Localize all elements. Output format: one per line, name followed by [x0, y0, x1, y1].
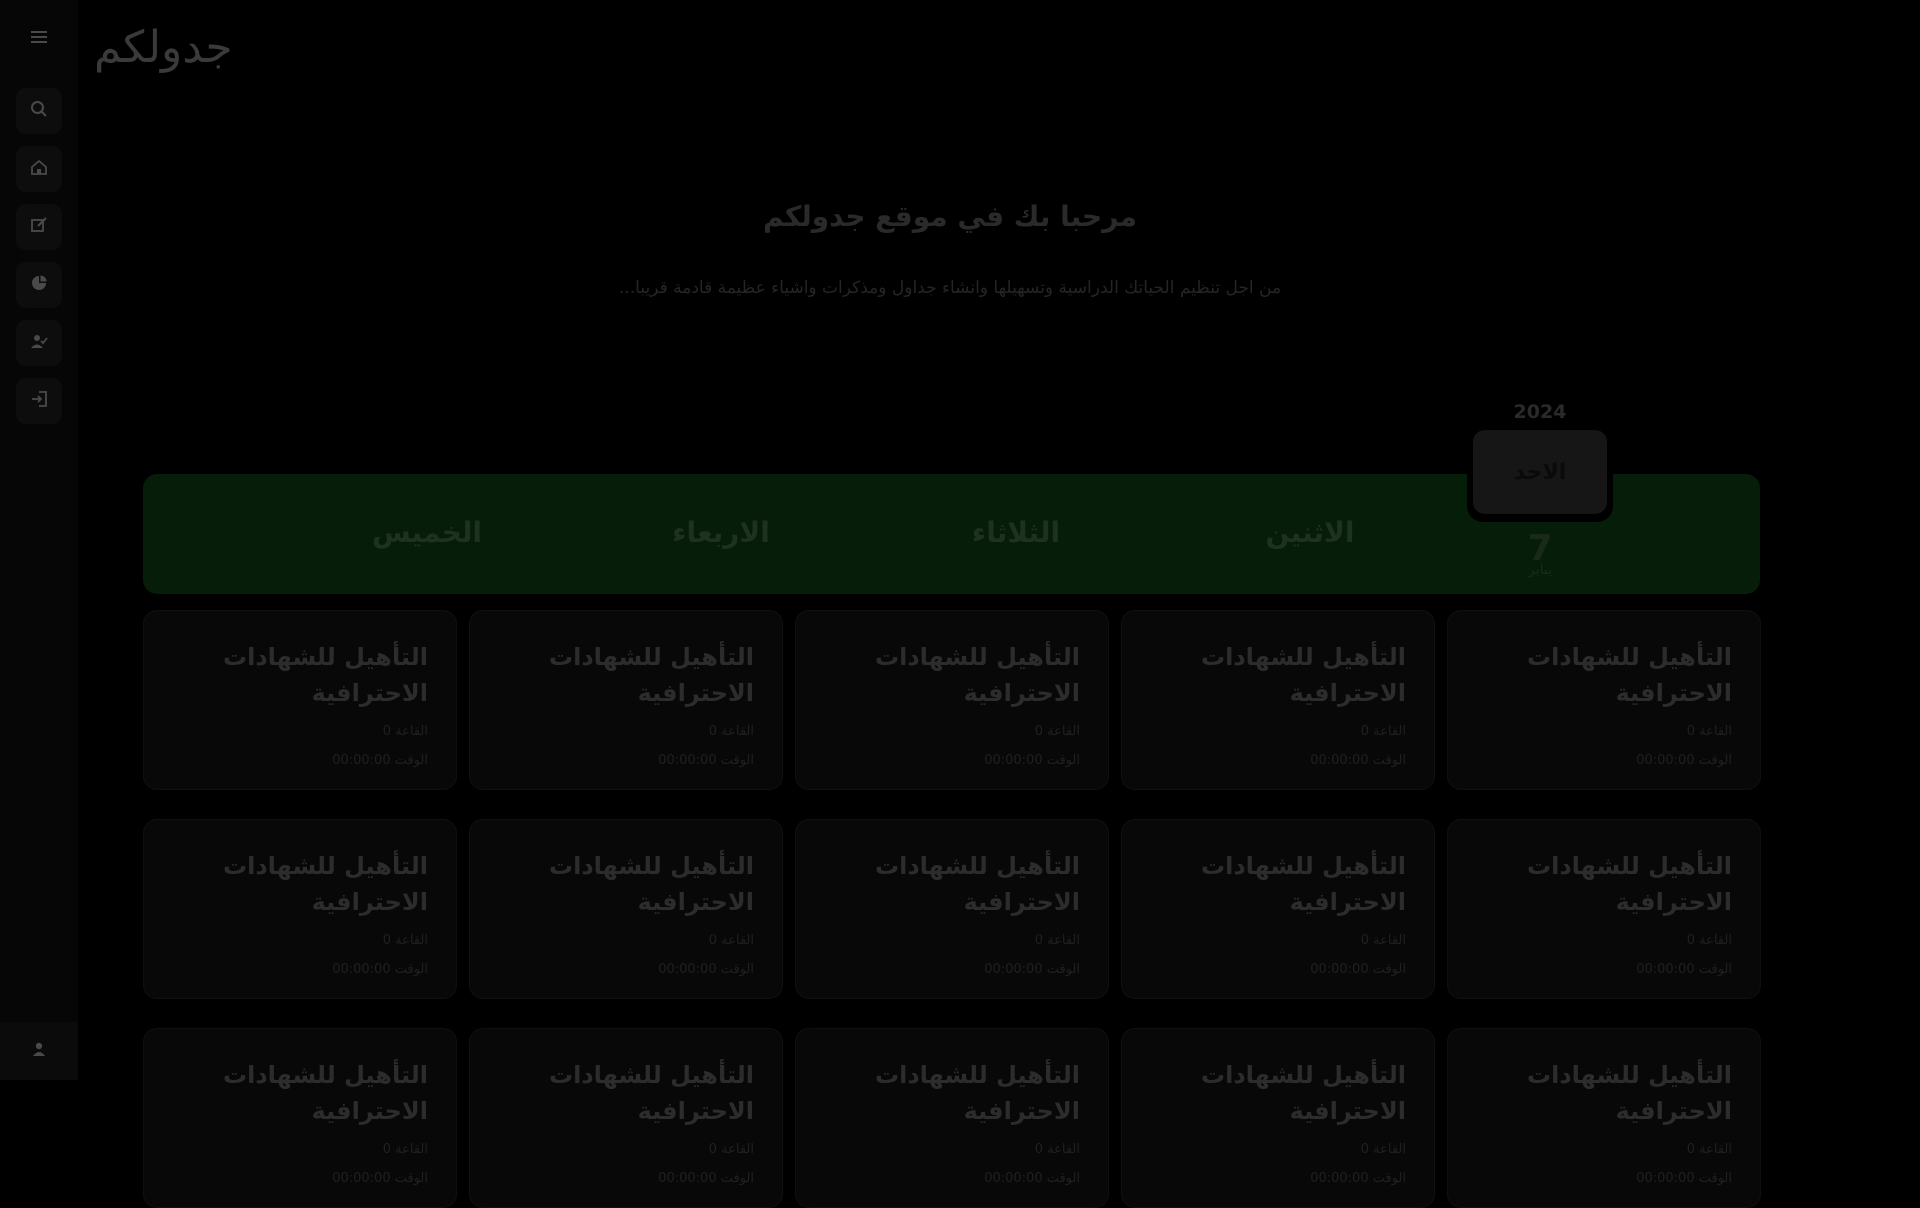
course-title: التأهيل للشهادات الاحترافية — [222, 643, 428, 707]
hamburger-icon[interactable] — [24, 22, 54, 52]
course-hall: القاعة 0 — [1686, 724, 1732, 739]
course-title: التأهيل للشهادات الاحترافية — [548, 852, 754, 916]
course-hall: القاعة 0 — [1686, 1142, 1732, 1157]
course-time: الوقت 00:00:00 — [332, 753, 428, 768]
login-icon — [30, 390, 48, 412]
brand-logo-text[interactable]: جدولكم — [94, 22, 233, 73]
day-thursday[interactable]: الخميس — [327, 516, 527, 549]
sidebar-item-edit[interactable] — [16, 204, 62, 250]
course-hall: القاعة 0 — [1360, 1142, 1406, 1157]
home-icon — [30, 158, 48, 180]
user-profile-button[interactable] — [0, 1022, 78, 1080]
course-title: التأهيل للشهادات الاحترافية — [1526, 643, 1732, 707]
active-day-tab[interactable]: الاحد — [1467, 426, 1613, 522]
schedule-card[interactable]: التأهيل للشهادات الاحترافية القاعة 0 الوقت… — [795, 819, 1109, 999]
course-time: الوقت 00:00:00 — [658, 1171, 754, 1186]
schedule-card[interactable]: التأهيل للشهادات الاحترافية القاعة 0 الوقت… — [469, 610, 783, 790]
sidebar-item-stats[interactable] — [16, 262, 62, 308]
day-tuesday[interactable]: الثلاثاء — [916, 516, 1116, 549]
schedule-card[interactable]: التأهيل للشهادات الاحترافية القاعة 0 الوقت… — [1121, 1028, 1435, 1208]
user-check-icon — [30, 332, 48, 354]
course-hall: القاعة 0 — [708, 724, 754, 739]
course-title: التأهيل للشهادات الاحترافية — [874, 1061, 1080, 1125]
day-wednesday[interactable]: الاربعاء — [621, 516, 821, 549]
sidebar-item-users[interactable] — [16, 320, 62, 366]
schedule-card[interactable]: التأهيل للشهادات الاحترافية القاعة 0 الوقت… — [1447, 1028, 1761, 1208]
course-hall: القاعة 0 — [708, 933, 754, 948]
course-title: التأهيل للشهادات الاحترافية — [222, 1061, 428, 1125]
course-title: التأهيل للشهادات الاحترافية — [1526, 1061, 1732, 1125]
course-hall: القاعة 0 — [708, 1142, 754, 1157]
course-title: التأهيل للشهادات الاحترافية — [874, 643, 1080, 707]
course-title: التأهيل للشهادات الاحترافية — [874, 852, 1080, 916]
course-time: الوقت 00:00:00 — [984, 753, 1080, 768]
sidebar-item-search[interactable] — [16, 88, 62, 134]
course-title: التأهيل للشهادات الاحترافية — [1526, 852, 1732, 916]
course-title: التأهيل للشهادات الاحترافية — [222, 852, 428, 916]
course-hall: القاعة 0 — [382, 724, 428, 739]
active-day-label: الاحد — [1473, 430, 1607, 514]
user-icon — [31, 1041, 47, 1061]
course-time: الوقت 00:00:00 — [1310, 962, 1406, 977]
edit-icon — [30, 216, 48, 238]
year-label: 2024 — [1513, 401, 1567, 423]
course-hall: القاعة 0 — [382, 933, 428, 948]
sidebar — [0, 0, 78, 1080]
schedule-card[interactable]: التأهيل للشهادات الاحترافية القاعة 0 الوقت… — [795, 610, 1109, 790]
schedule-card[interactable]: التأهيل للشهادات الاحترافية القاعة 0 الوقت… — [1447, 610, 1761, 790]
search-icon — [30, 100, 48, 122]
course-time: الوقت 00:00:00 — [1636, 753, 1732, 768]
schedule-card[interactable]: التأهيل للشهادات الاحترافية القاعة 0 الوقت… — [143, 819, 457, 999]
course-title: التأهيل للشهادات الاحترافية — [548, 643, 754, 707]
course-hall: القاعة 0 — [1360, 933, 1406, 948]
day-monday[interactable]: الاثنين — [1210, 516, 1410, 549]
course-time: الوقت 00:00:00 — [658, 962, 754, 977]
page-title: مرحبا بك في موقع جدولكم — [763, 200, 1137, 233]
course-time: الوقت 00:00:00 — [332, 962, 428, 977]
course-title: التأهيل للشهادات الاحترافية — [1200, 643, 1406, 707]
course-time: الوقت 00:00:00 — [1636, 1171, 1732, 1186]
schedule-card[interactable]: التأهيل للشهادات الاحترافية القاعة 0 الوقت… — [1447, 819, 1761, 999]
course-time: الوقت 00:00:00 — [1310, 753, 1406, 768]
course-time: الوقت 00:00:00 — [984, 1171, 1080, 1186]
course-hall: القاعة 0 — [1034, 724, 1080, 739]
schedule-card[interactable]: التأهيل للشهادات الاحترافية القاعة 0 الوقت… — [795, 1028, 1109, 1208]
date-month: يناير — [1527, 562, 1552, 578]
schedule-card[interactable]: التأهيل للشهادات الاحترافية القاعة 0 الوقت… — [1121, 819, 1435, 999]
course-hall: القاعة 0 — [1686, 933, 1732, 948]
course-time: الوقت 00:00:00 — [984, 962, 1080, 977]
course-time: الوقت 00:00:00 — [332, 1171, 428, 1186]
course-time: الوقت 00:00:00 — [1310, 1171, 1406, 1186]
course-title: التأهيل للشهادات الاحترافية — [548, 1061, 754, 1125]
course-hall: القاعة 0 — [1360, 724, 1406, 739]
schedule-card[interactable]: التأهيل للشهادات الاحترافية القاعة 0 الوقت… — [469, 1028, 783, 1208]
sidebar-item-login[interactable] — [16, 378, 62, 424]
schedule-card[interactable]: التأهيل للشهادات الاحترافية القاعة 0 الوقت… — [1121, 610, 1435, 790]
pie-chart-icon — [30, 274, 48, 296]
page-subtitle: من اجل تنظيم الحياتك الدراسية وتسهيلها و… — [618, 278, 1282, 298]
course-time: الوقت 00:00:00 — [658, 753, 754, 768]
course-hall: القاعة 0 — [1034, 933, 1080, 948]
schedule-card[interactable]: التأهيل للشهادات الاحترافية القاعة 0 الوقت… — [143, 1028, 457, 1208]
course-title: التأهيل للشهادات الاحترافية — [1200, 1061, 1406, 1125]
course-title: التأهيل للشهادات الاحترافية — [1200, 852, 1406, 916]
course-time: الوقت 00:00:00 — [1636, 962, 1732, 977]
schedule-card[interactable]: التأهيل للشهادات الاحترافية القاعة 0 الوقت… — [469, 819, 783, 999]
course-hall: القاعة 0 — [382, 1142, 428, 1157]
sidebar-item-home[interactable] — [16, 146, 62, 192]
schedule-card[interactable]: التأهيل للشهادات الاحترافية القاعة 0 الوقت… — [143, 610, 457, 790]
course-hall: القاعة 0 — [1034, 1142, 1080, 1157]
